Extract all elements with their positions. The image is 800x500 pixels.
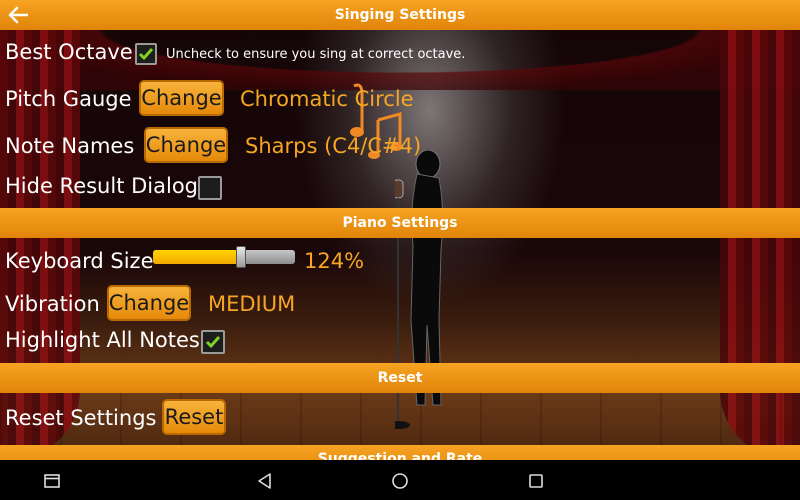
pitch-gauge-label: Pitch Gauge <box>5 87 132 111</box>
singer-silhouette <box>395 150 444 429</box>
highlight-all-notes-checkbox[interactable] <box>201 330 225 354</box>
piano-settings-header: Piano Settings <box>0 208 800 238</box>
hide-result-dialog-checkbox[interactable] <box>198 176 222 200</box>
best-octave-checkbox[interactable] <box>135 43 157 65</box>
vibration-change-button[interactable]: Change <box>107 285 191 321</box>
note-names-label: Note Names <box>5 134 135 158</box>
overview-square-icon[interactable] <box>527 472 545 490</box>
slider-thumb[interactable] <box>236 246 246 268</box>
system-navigation-bar <box>0 460 800 500</box>
reset-header: Reset <box>0 363 800 393</box>
slider-fill <box>153 250 241 264</box>
vibration-label: Vibration <box>5 292 100 316</box>
vibration-value: MEDIUM <box>208 292 296 316</box>
reset-settings-label: Reset Settings <box>5 406 157 430</box>
recents-window-icon[interactable] <box>43 472 61 490</box>
keyboard-size-slider[interactable] <box>153 246 295 268</box>
home-circle-icon[interactable] <box>391 472 409 490</box>
note-names-value: Sharps (C4/C#4) <box>245 134 422 158</box>
back-triangle-icon[interactable] <box>256 472 274 490</box>
pitch-gauge-change-button[interactable]: Change <box>139 80 224 116</box>
hide-result-dialog-label: Hide Result Dialog <box>5 174 198 198</box>
back-arrow-icon[interactable] <box>8 6 28 24</box>
page-title: Singing Settings <box>334 7 466 23</box>
reset-button[interactable]: Reset <box>162 399 226 435</box>
keyboard-size-value: 124% <box>304 249 365 273</box>
checkmark-icon <box>138 48 154 61</box>
best-octave-label: Best Octave <box>5 40 133 64</box>
keyboard-size-label: Keyboard Size <box>5 249 154 273</box>
pitch-gauge-value: Chromatic Circle <box>240 87 414 111</box>
best-octave-hint: Uncheck to ensure you sing at correct oc… <box>166 47 466 62</box>
checkmark-icon <box>205 336 221 349</box>
singing-settings-header: Singing Settings <box>0 0 800 30</box>
highlight-all-notes-label: Highlight All Notes <box>5 328 200 352</box>
note-names-change-button[interactable]: Change <box>144 127 228 163</box>
